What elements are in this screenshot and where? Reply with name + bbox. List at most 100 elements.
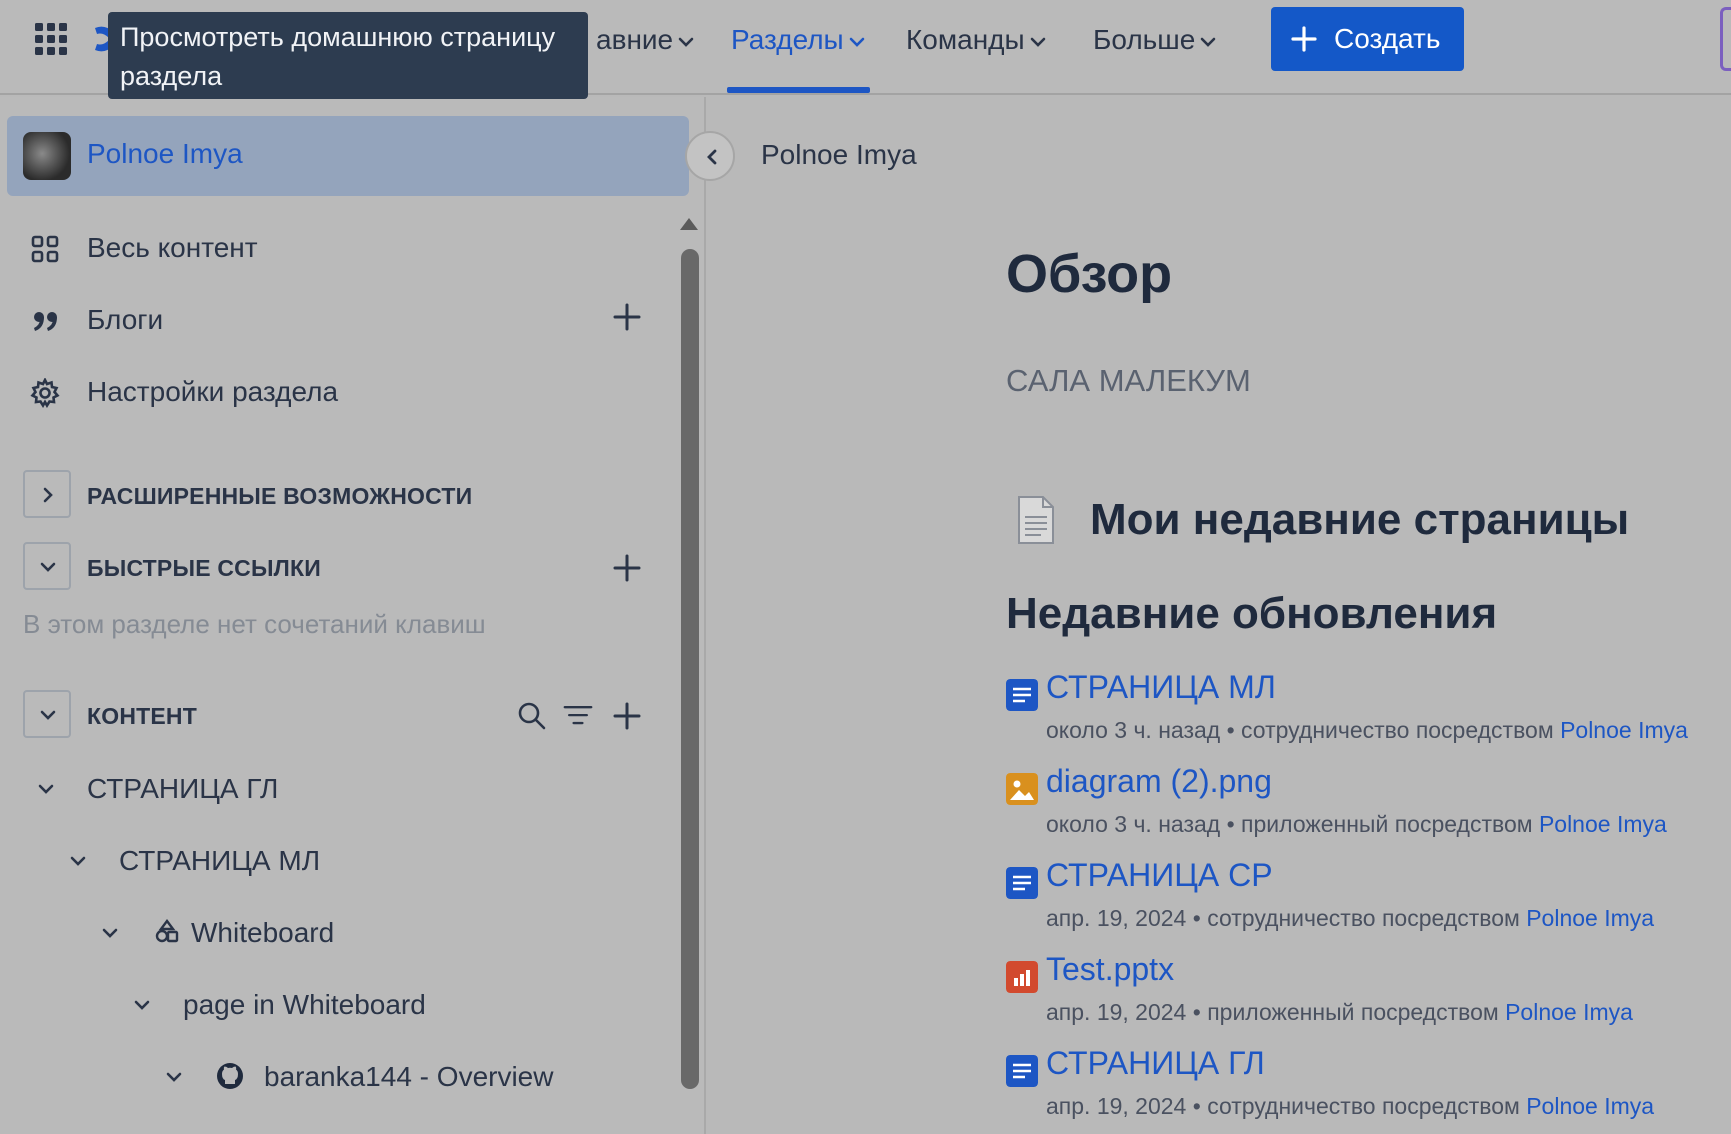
update-action: сотрудничество посредством — [1207, 1093, 1520, 1119]
update-author-link[interactable]: Polnoe Imya — [1539, 811, 1667, 837]
chevron-down-icon — [40, 562, 56, 572]
tree-item-whiteboard[interactable]: Whiteboard — [100, 907, 640, 959]
sidebar-item-space-settings[interactable]: Настройки раздела — [0, 366, 680, 418]
tree-item-label: СТРАНИЦА ГЛ — [87, 773, 279, 804]
nav-recent-label: авние — [596, 24, 674, 55]
collapse-content-button[interactable] — [23, 690, 71, 738]
update-title-link[interactable]: СТРАНИЦА СР — [1046, 857, 1273, 894]
update-title-link[interactable]: Test.pptx — [1046, 951, 1174, 988]
tree-item-page-gl[interactable]: СТРАНИЦА ГЛ — [36, 763, 636, 815]
update-action: приложенный посредством — [1241, 811, 1533, 837]
page-subtitle: САЛА МАЛЕКУМ — [1006, 363, 1251, 398]
update-author-link[interactable]: Polnoe Imya — [1526, 905, 1654, 931]
page-icon — [1006, 867, 1038, 899]
update-author-link[interactable]: Polnoe Imya — [1505, 999, 1633, 1025]
chevron-left-icon — [707, 149, 717, 165]
create-button[interactable]: Создать — [1271, 7, 1464, 71]
app-switcher-icon[interactable] — [34, 22, 68, 56]
update-item: СТРАНИЦА ГЛ апр. 19, 2024 • сотрудничест… — [1006, 1045, 1726, 1134]
search-icon[interactable] — [517, 701, 547, 731]
nav-more[interactable]: Больше — [1093, 22, 1217, 58]
whiteboard-icon — [155, 919, 179, 943]
chevron-down-icon — [1200, 37, 1216, 47]
tree-item-label: page in Whiteboard — [183, 989, 426, 1020]
section-title-content: КОНТЕНТ — [87, 703, 197, 729]
tree-item-label: baranka144 - Overview — [264, 1061, 554, 1092]
chevron-down-icon — [102, 928, 118, 938]
recent-pages-title: Мои недавние страницы — [1090, 495, 1630, 544]
nav-spaces-label: Разделы — [731, 24, 844, 55]
update-time: апр. 19, 2024 — [1046, 905, 1187, 931]
quote-icon — [34, 312, 57, 331]
chevron-down-icon — [40, 710, 56, 720]
plus-icon — [1291, 26, 1317, 52]
chevron-down-icon — [38, 784, 54, 794]
space-avatar — [23, 132, 71, 180]
update-title-link[interactable]: diagram (2).png — [1046, 763, 1272, 800]
active-tab-indicator — [727, 87, 870, 93]
update-time: апр. 19, 2024 — [1046, 1093, 1187, 1119]
chevron-down-icon — [1030, 37, 1045, 47]
nav-recent[interactable]: авние — [596, 22, 695, 58]
create-button-label: Создать — [1334, 23, 1441, 54]
gear-icon — [30, 378, 60, 408]
add-content-plus-icon[interactable] — [612, 701, 642, 731]
nav-more-label: Больше — [1093, 24, 1196, 55]
sidebar-item-label: Настройки раздела — [87, 376, 339, 407]
update-title-link[interactable]: СТРАНИЦА МЛ — [1046, 669, 1276, 706]
chevron-down-icon — [134, 1000, 150, 1010]
github-icon — [217, 1063, 243, 1089]
breadcrumb[interactable]: Polnoe Imya — [761, 139, 917, 171]
nav-teams-label: Команды — [906, 24, 1025, 55]
sidebar-scrollbar[interactable] — [681, 249, 699, 1089]
update-item: diagram (2).png около 3 ч. назад • прило… — [1006, 763, 1726, 853]
add-blog-plus-icon[interactable] — [612, 302, 642, 332]
update-author-link[interactable]: Polnoe Imya — [1526, 1093, 1654, 1119]
grid-icon — [31, 235, 59, 263]
update-action: сотрудничество посредством — [1207, 905, 1520, 931]
main-content: Polnoe Imya Обзор САЛА МАЛЕКУМ Мои недав… — [708, 97, 1731, 1134]
update-meta: апр. 19, 2024 • сотрудничество посредств… — [1046, 1093, 1655, 1119]
update-item: СТРАНИЦА МЛ около 3 ч. назад • сотруднич… — [1006, 669, 1726, 759]
update-author-link[interactable]: Polnoe Imya — [1560, 717, 1688, 743]
tree-item-label: СТРАНИЦА МЛ — [119, 845, 321, 876]
update-meta: около 3 ч. назад • сотрудничество посред… — [1046, 717, 1688, 743]
sidebar-item-all-content[interactable]: Весь контент — [0, 222, 680, 274]
chevron-down-icon — [849, 37, 864, 47]
filter-icon[interactable] — [563, 701, 593, 731]
collapse-shortcuts-button[interactable] — [23, 542, 71, 590]
update-meta: около 3 ч. назад • приложенный посредств… — [1046, 811, 1667, 837]
page-icon — [1006, 1055, 1038, 1087]
add-shortcut-plus-icon[interactable] — [612, 553, 642, 583]
sidebar-item-label: Блоги — [87, 304, 164, 335]
update-action: сотрудничество посредством — [1241, 717, 1554, 743]
space-home-link[interactable]: Polnoe Imya — [7, 116, 689, 196]
scroll-up-arrow[interactable] — [680, 218, 698, 230]
tree-item-page-ml[interactable]: СТРАНИЦА МЛ — [68, 835, 638, 887]
tree-item-github-overview[interactable]: baranka144 - Overview — [164, 1051, 644, 1103]
chevron-down-icon — [166, 1072, 182, 1082]
profile-button[interactable] — [1720, 7, 1731, 71]
sidebar-item-blogs[interactable]: Блоги — [0, 294, 680, 346]
nav-spaces[interactable]: Разделы — [731, 22, 866, 58]
nav-teams[interactable]: Команды — [906, 22, 1047, 58]
update-meta: апр. 19, 2024 • сотрудничество посредств… — [1046, 905, 1655, 931]
space-name: Polnoe Imya — [87, 138, 243, 169]
update-action: приложенный посредством — [1207, 999, 1499, 1025]
document-icon — [1018, 496, 1054, 544]
chevron-right-icon — [43, 487, 53, 503]
expand-advanced-button[interactable] — [23, 470, 71, 518]
recent-pages-heading: Мои недавние страницы — [1015, 495, 1715, 555]
recent-updates-title: Недавние обновления — [1006, 589, 1498, 638]
tooltip: Просмотреть домашнюю страницу раздела — [108, 12, 588, 99]
section-title-shortcuts: БЫСТРЫЕ ССЫЛКИ — [87, 555, 321, 581]
sidebar: Polnoe Imya Весь контент Блоги Настройки… — [0, 97, 706, 1134]
tree-item-page-in-whiteboard[interactable]: page in Whiteboard — [132, 979, 642, 1031]
update-time: апр. 19, 2024 — [1046, 999, 1187, 1025]
shortcuts-empty-note: В этом разделе нет сочетаний клавиш — [23, 609, 486, 639]
chevron-down-icon — [70, 856, 86, 866]
chevron-down-icon — [678, 37, 694, 47]
collapse-sidebar-button[interactable] — [685, 131, 735, 181]
section-title-advanced: РАСШИРЕННЫЕ ВОЗМОЖНОСТИ — [87, 483, 473, 509]
update-title-link[interactable]: СТРАНИЦА ГЛ — [1046, 1045, 1265, 1082]
